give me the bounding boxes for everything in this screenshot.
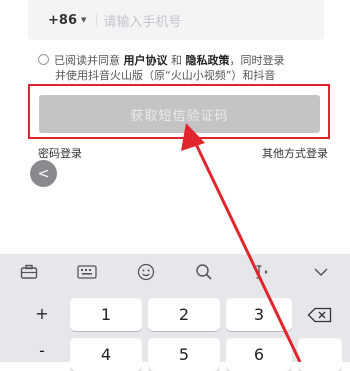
backspace-icon: [307, 307, 332, 323]
minus-key[interactable]: -: [22, 338, 62, 362]
divider: [96, 14, 98, 26]
other-login-link[interactable]: 其他方式登录: [262, 145, 328, 161]
key-space-right[interactable]: [298, 338, 342, 371]
privacy-policy-link[interactable]: 隐私政策: [186, 54, 230, 67]
key-6[interactable]: 6: [226, 338, 292, 371]
key-5[interactable]: 5: [148, 338, 220, 371]
briefcase-icon[interactable]: [18, 261, 40, 283]
search-icon[interactable]: [193, 261, 215, 283]
plus-key[interactable]: +: [22, 298, 62, 328]
keyboard-icon[interactable]: [76, 261, 98, 283]
chevron-down-icon: ▼: [80, 16, 87, 24]
country-code: +86: [48, 12, 77, 28]
consent-line-2: 并使用抖音火山版（原“火山小视频”）和抖音: [55, 69, 276, 82]
country-code-selector[interactable]: +86 ▼: [48, 13, 86, 28]
phone-input-placeholder[interactable]: 请输入手机号: [103, 11, 181, 30]
phone-input-row[interactable]: +86 ▼ 请输入手机号: [28, 0, 324, 40]
key-1[interactable]: 1: [70, 298, 142, 331]
key-2[interactable]: 2: [148, 298, 220, 331]
emoji-icon[interactable]: [135, 261, 157, 283]
back-button[interactable]: <: [30, 160, 57, 187]
consent-radio[interactable]: [38, 54, 49, 65]
consent-text: 已阅读并同意 用户协议 和 隐私政策，同时登录 并使用抖音火山版（原“火山小视频…: [38, 53, 328, 83]
password-login-link[interactable]: 密码登录: [38, 145, 82, 161]
highlight-box: [28, 84, 330, 139]
collapse-icon[interactable]: [310, 261, 332, 283]
cursor-icon[interactable]: [251, 261, 273, 283]
keyboard: + 1 2 3 - 4 5 6: [0, 254, 350, 371]
backspace-key[interactable]: [300, 302, 340, 328]
key-3[interactable]: 3: [226, 298, 292, 331]
user-agreement-link[interactable]: 用户协议: [124, 54, 168, 67]
keyboard-toolbar: [0, 254, 350, 290]
key-4[interactable]: 4: [70, 338, 142, 371]
chevron-left-icon: <: [37, 165, 50, 182]
